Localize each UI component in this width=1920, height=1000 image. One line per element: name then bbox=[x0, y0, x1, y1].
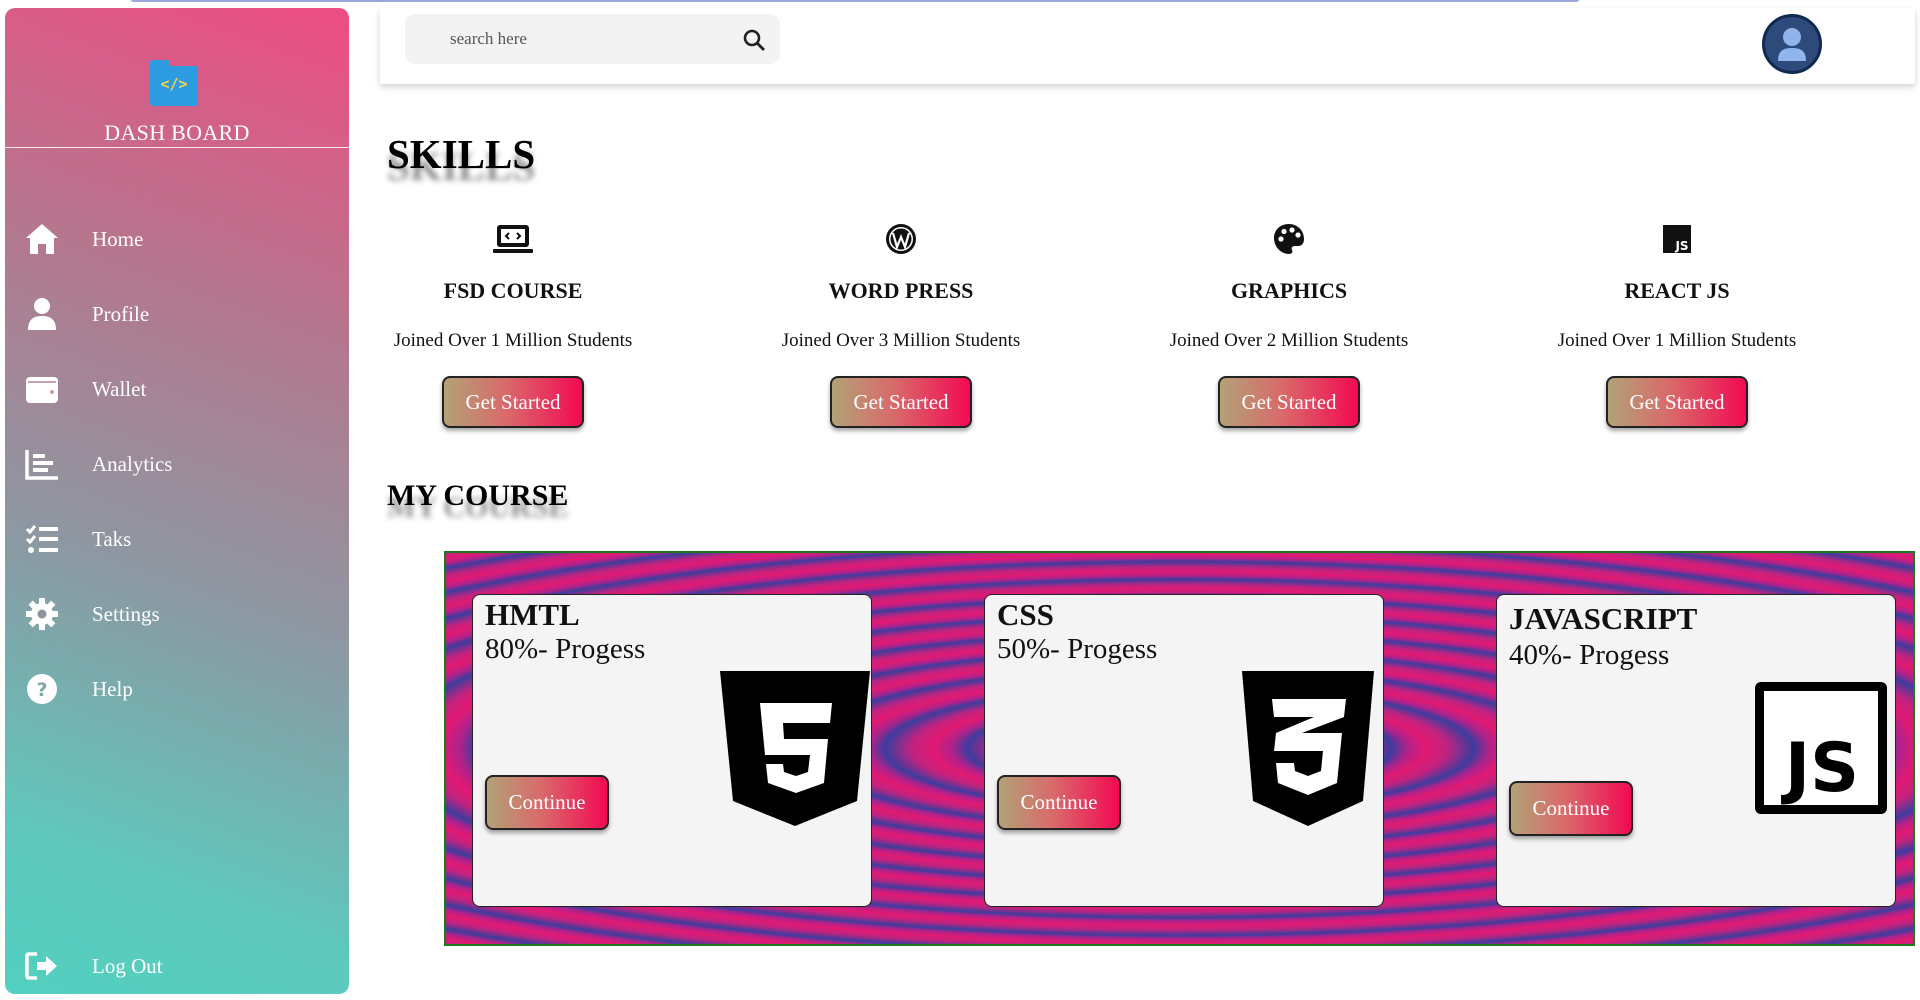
continue-button[interactable]: Continue bbox=[1509, 781, 1633, 836]
user-icon bbox=[23, 295, 61, 333]
course-name: HMTL bbox=[485, 597, 580, 632]
user-avatar-icon[interactable] bbox=[1762, 14, 1822, 74]
search-bar bbox=[405, 14, 780, 64]
sidebar-item-label: Help bbox=[92, 676, 133, 701]
sidebar-item-label: Wallet bbox=[92, 376, 147, 401]
svg-text:JS: JS bbox=[1674, 239, 1688, 253]
skill-card-graphics: GRAPHICS Joined Over 2 Million Students … bbox=[1124, 220, 1454, 428]
course-progress: 80%- Progess bbox=[485, 633, 646, 665]
task-list-icon bbox=[23, 520, 61, 558]
palette-icon bbox=[1124, 220, 1454, 258]
logout-icon bbox=[23, 947, 61, 985]
brand: </> DASH BOARD bbox=[5, 8, 349, 148]
wallet-icon bbox=[23, 370, 61, 408]
sidebar-item-help[interactable]: ? Help bbox=[5, 661, 349, 717]
home-icon bbox=[23, 220, 61, 258]
logout-button[interactable]: Log Out bbox=[5, 938, 349, 994]
sidebar-item-profile[interactable]: Profile bbox=[5, 286, 349, 342]
get-started-button[interactable]: Get Started bbox=[830, 376, 972, 428]
sidebar-item-label: Home bbox=[92, 226, 144, 251]
continue-button[interactable]: Continue bbox=[997, 775, 1121, 830]
search-input[interactable] bbox=[450, 26, 720, 52]
bar-chart-icon bbox=[23, 445, 61, 483]
code-folder-icon: </> bbox=[150, 60, 198, 106]
my-course-title: MY COURSE bbox=[387, 479, 569, 512]
question-icon: ? bbox=[23, 670, 61, 708]
skill-name: GRAPHICS bbox=[1230, 278, 1348, 303]
logout-label: Log Out bbox=[92, 953, 163, 978]
top-header bbox=[380, 8, 1915, 84]
laptop-code-icon bbox=[348, 220, 678, 258]
skill-card-wordpress: WORD PRESS Joined Over 3 Million Student… bbox=[736, 220, 1066, 428]
course-card-css: CSS 50%- Progess Continue bbox=[984, 594, 1384, 907]
course-progress: 40%- Progess bbox=[1509, 639, 1670, 671]
skill-name: REACT JS bbox=[1624, 278, 1730, 303]
sidebar-item-label: Profile bbox=[92, 301, 150, 326]
sidebar-item-label: Settings bbox=[92, 601, 160, 626]
svg-text:JS: JS bbox=[1781, 729, 1859, 808]
skill-description: Joined Over 1 Million Students bbox=[393, 330, 633, 351]
sidebar-item-label: Analytics bbox=[92, 451, 173, 476]
course-name: JAVASCRIPT bbox=[1509, 601, 1698, 636]
svg-text:?: ? bbox=[36, 679, 47, 701]
skill-name: WORD PRESS bbox=[828, 278, 974, 303]
course-name: CSS bbox=[997, 597, 1054, 632]
get-started-button[interactable]: Get Started bbox=[1606, 376, 1748, 428]
course-card-javascript: JAVASCRIPT 40%- Progess Continue JS bbox=[1496, 594, 1896, 907]
wordpress-icon bbox=[736, 220, 1066, 258]
continue-button[interactable]: Continue bbox=[485, 775, 609, 830]
skill-card-reactjs: JS REACT JS Joined Over 1 Million Studen… bbox=[1512, 220, 1842, 428]
sidebar-item-settings[interactable]: Settings bbox=[5, 586, 349, 642]
course-card-html: HMTL 80%- Progess Continue bbox=[472, 594, 872, 907]
html5-icon bbox=[720, 671, 870, 831]
sidebar-item-wallet[interactable]: Wallet bbox=[5, 361, 349, 417]
skill-description: Joined Over 3 Million Students bbox=[781, 330, 1021, 351]
skill-description: Joined Over 2 Million Students bbox=[1169, 330, 1409, 351]
javascript-icon: JS bbox=[1752, 679, 1890, 822]
sidebar: </> DASH BOARD Home Profile Wallet Analy… bbox=[5, 8, 349, 994]
sidebar-item-home[interactable]: Home bbox=[5, 211, 349, 267]
brand-logo-text: </> bbox=[160, 75, 188, 93]
search-icon[interactable] bbox=[742, 28, 766, 52]
get-started-button[interactable]: Get Started bbox=[442, 376, 584, 428]
skill-name: FSD COURSE bbox=[443, 278, 583, 303]
brand-title: DASH BOARD bbox=[104, 120, 250, 145]
sidebar-item-analytics[interactable]: Analytics bbox=[5, 436, 349, 492]
js-square-icon: JS bbox=[1512, 220, 1842, 258]
course-progress: 50%- Progess bbox=[997, 633, 1158, 665]
sidebar-item-tasks[interactable]: Taks bbox=[5, 511, 349, 567]
dashboard-page: </> DASH BOARD Home Profile Wallet Analy… bbox=[0, 0, 1920, 1000]
gear-icon bbox=[23, 595, 61, 633]
get-started-button[interactable]: Get Started bbox=[1218, 376, 1360, 428]
skill-card-fsd: FSD COURSE Joined Over 1 Million Student… bbox=[348, 220, 678, 428]
browser-top-border bbox=[130, 0, 1580, 2]
sidebar-item-label: Taks bbox=[92, 526, 132, 551]
css3-icon bbox=[1242, 671, 1374, 831]
skill-description: Joined Over 1 Million Students bbox=[1557, 330, 1797, 351]
course-strip: HMTL 80%- Progess Continue CSS 50%- Prog… bbox=[444, 551, 1915, 946]
skills-title: SKILLS bbox=[387, 131, 536, 177]
